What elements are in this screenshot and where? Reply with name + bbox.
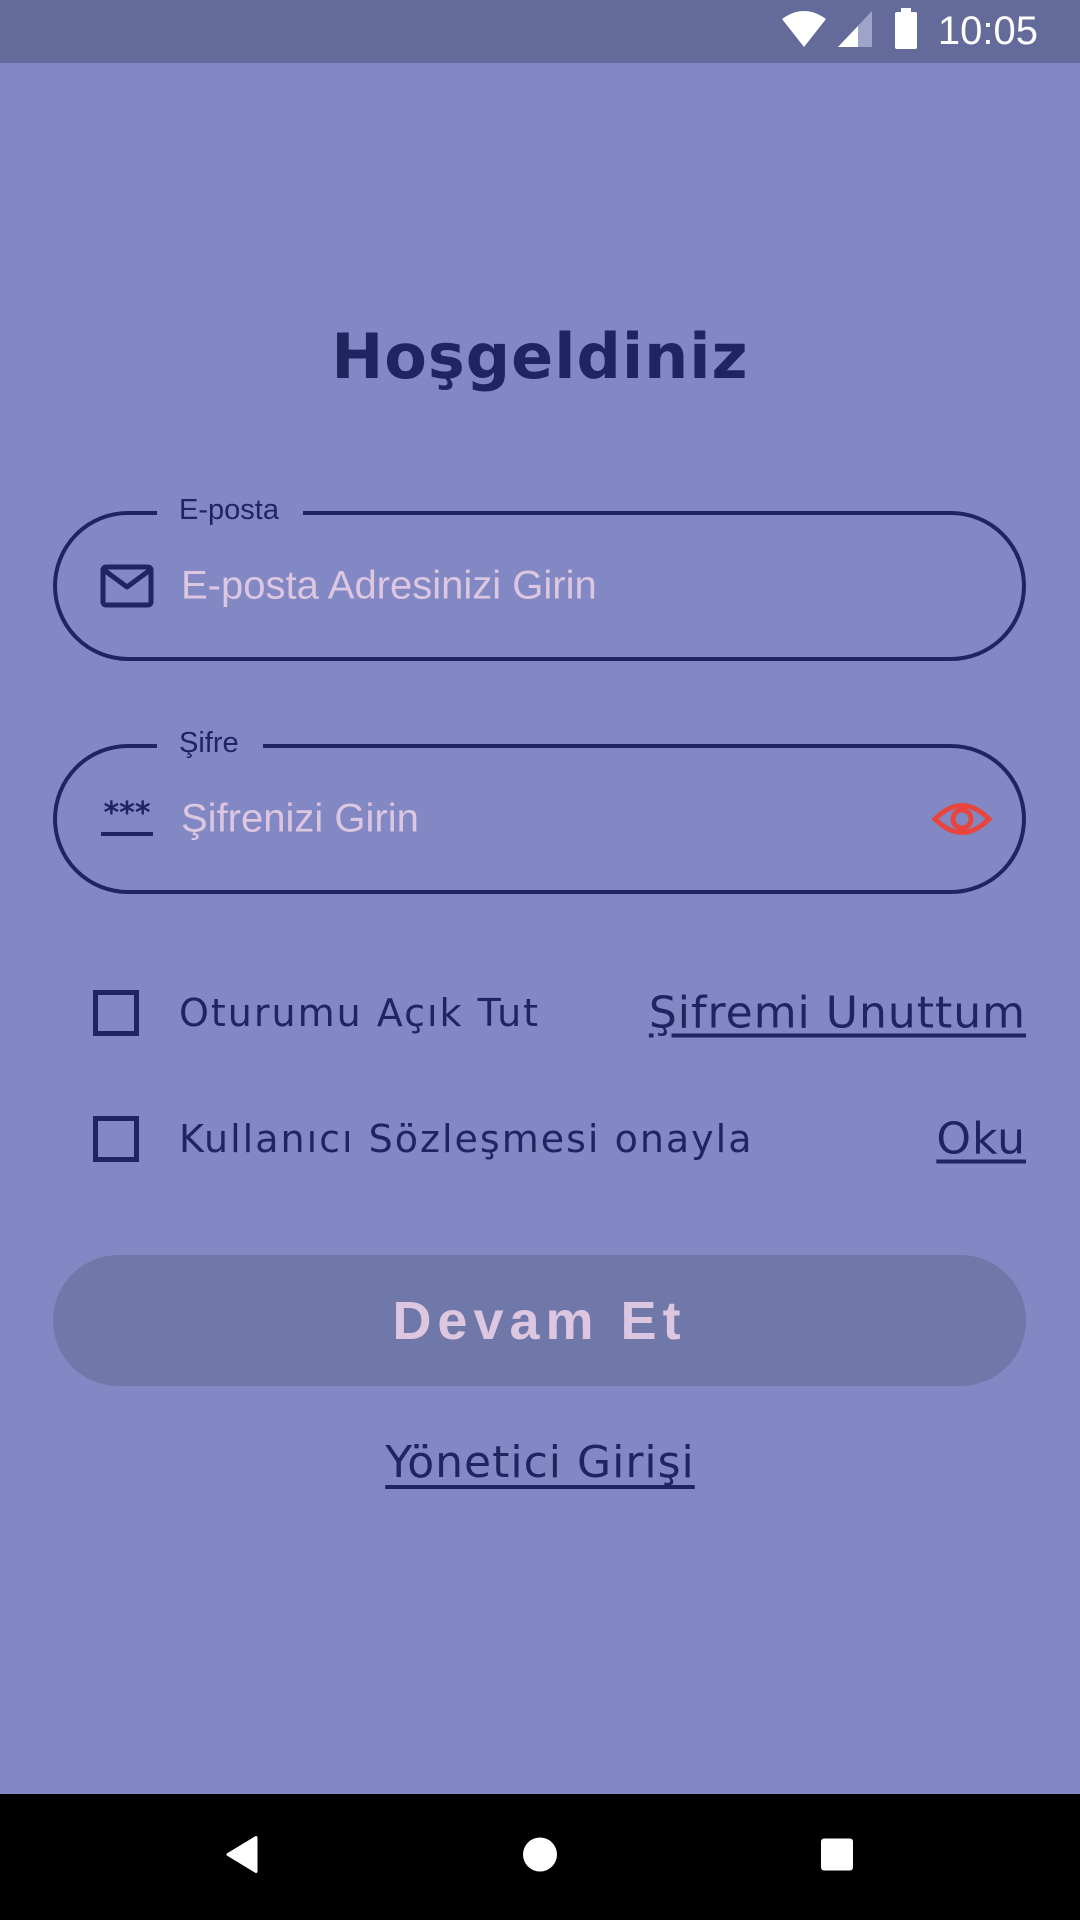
cell-signal-icon xyxy=(836,9,874,54)
forgot-password-link[interactable]: Şifremi Unuttum xyxy=(649,988,1026,1039)
mail-icon xyxy=(99,563,155,609)
status-bar: 10:05 xyxy=(0,0,1080,63)
recents-icon[interactable] xyxy=(820,1838,854,1877)
password-field[interactable]: Şifre *** Şifrenizi Girin xyxy=(53,726,1026,894)
keep-session-label: Oturumu Açık Tut xyxy=(179,991,541,1035)
password-icon: *** xyxy=(99,796,155,842)
password-field-label: Şifre xyxy=(157,726,263,760)
status-icons: 10:05 xyxy=(780,0,1080,63)
admin-login-link[interactable]: Yönetici Girişi xyxy=(0,1437,1080,1488)
keep-session-checkbox[interactable] xyxy=(93,990,139,1036)
status-time: 10:05 xyxy=(937,9,1038,53)
email-field[interactable]: E-posta E-posta Adresinizi Girin xyxy=(53,493,1026,661)
svg-text:***: *** xyxy=(103,799,150,831)
login-screen: 10:05 Hoşgeldiniz E-posta E-posta Adresi… xyxy=(0,0,1080,1920)
eye-icon[interactable] xyxy=(931,798,993,840)
email-field-label: E-posta xyxy=(157,493,303,527)
page-title: Hoşgeldiniz xyxy=(331,320,749,393)
email-input[interactable]: E-posta Adresinizi Girin xyxy=(181,564,597,609)
agreement-row: Kullanıcı Sözleşmesi onayla Oku xyxy=(93,1109,1026,1169)
battery-icon xyxy=(894,8,918,55)
navigation-bar xyxy=(0,1794,1080,1920)
keep-session-row: Oturumu Açık Tut Şifremi Unuttum xyxy=(93,983,1026,1043)
continue-button[interactable]: Devam Et xyxy=(53,1255,1026,1386)
read-agreement-link[interactable]: Oku xyxy=(936,1114,1026,1165)
agreement-checkbox[interactable] xyxy=(93,1116,139,1162)
home-icon[interactable] xyxy=(522,1837,558,1878)
agreement-label: Kullanıcı Sözleşmesi onayla xyxy=(179,1117,754,1161)
wifi-icon xyxy=(780,9,828,54)
password-input[interactable]: Şifrenizi Girin xyxy=(181,797,419,842)
back-icon[interactable] xyxy=(224,1836,260,1879)
